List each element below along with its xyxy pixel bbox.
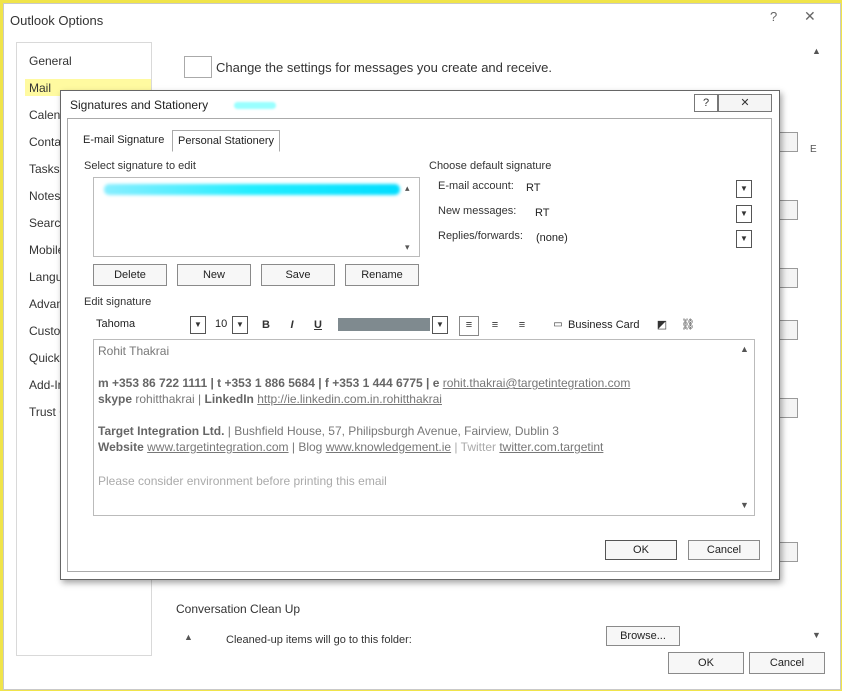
- signature-list[interactable]: ▴ ▾: [93, 177, 420, 257]
- font-size-value[interactable]: 10: [215, 318, 227, 330]
- twitter-label: | Twitter: [451, 440, 500, 454]
- nav-item-quick-access[interactable]: Quick: [29, 350, 60, 366]
- nav-item-general[interactable]: General: [29, 53, 72, 69]
- underline-button[interactable]: U: [310, 317, 326, 333]
- company-name: Target Integration Ltd.: [98, 424, 225, 438]
- chevron-down-icon[interactable]: ▼: [736, 180, 752, 198]
- contact-numbers: m +353 86 722 1111 | t +353 1 886 5684 |…: [98, 376, 443, 390]
- browse-button[interactable]: Browse...: [606, 626, 680, 646]
- tab-email-signature[interactable]: E-mail Signature: [78, 130, 169, 150]
- editor-scroll-down-icon[interactable]: ▼: [740, 500, 749, 510]
- redacted-title: [234, 102, 276, 109]
- linkedin-link[interactable]: http://ie.linkedin.com.in.rohitthakrai: [257, 392, 442, 406]
- insert-hyperlink-icon[interactable]: ⛓: [680, 317, 696, 333]
- signature-name: Rohit Thakrai: [98, 344, 170, 358]
- insert-picture-icon[interactable]: ◩: [654, 317, 670, 333]
- chevron-down-icon[interactable]: ▼: [736, 230, 752, 248]
- scroll-down-icon[interactable]: ▼: [812, 630, 821, 640]
- replies-forwards-value: (none): [536, 232, 568, 244]
- blog-label: | Blog: [288, 440, 326, 454]
- business-card-icon[interactable]: ▭: [550, 317, 566, 333]
- new-messages-value: RT: [535, 207, 550, 219]
- signature-web-line: Website www.targetintegration.com | Blog…: [98, 440, 603, 454]
- dialog-close-icon[interactable]: ✕: [718, 94, 772, 112]
- chevron-down-icon[interactable]: ▼: [190, 316, 206, 334]
- help-icon[interactable]: ?: [770, 9, 777, 24]
- nav-item-mail[interactable]: Mail: [29, 80, 51, 96]
- new-messages-select[interactable]: RT ▼: [535, 205, 752, 223]
- signature-contact-line: m +353 86 722 1111 | t +353 1 886 5684 |…: [98, 376, 630, 390]
- default-signature-label: Choose default signature: [429, 160, 552, 172]
- dialog-ok-button[interactable]: OK: [605, 540, 677, 560]
- collapse-icon: ▲: [184, 632, 193, 642]
- right-edge-mark-icon: E: [810, 144, 817, 155]
- nav-item-tasks[interactable]: Tasks: [29, 161, 60, 177]
- chevron-down-icon[interactable]: ▼: [232, 316, 248, 334]
- signature-footer: Please consider environment before print…: [98, 474, 387, 488]
- new-button[interactable]: New: [177, 264, 251, 286]
- align-right-icon[interactable]: ≡: [514, 317, 530, 333]
- new-messages-label: New messages:: [438, 205, 517, 217]
- tab-personal-stationery[interactable]: Personal Stationery: [172, 130, 280, 152]
- options-cancel-button[interactable]: Cancel: [749, 652, 825, 674]
- list-scroll-down-icon[interactable]: ▾: [405, 242, 410, 253]
- email-account-value: RT: [526, 182, 541, 194]
- skype-label: skype: [98, 392, 133, 406]
- dialog-cancel-button[interactable]: Cancel: [688, 540, 760, 560]
- email-account-label: E-mail account:: [438, 180, 514, 192]
- nav-item-contacts[interactable]: Conta: [29, 134, 61, 150]
- nav-item-advanced[interactable]: Advan: [29, 296, 63, 312]
- chevron-down-icon[interactable]: ▼: [736, 205, 752, 223]
- signature-editor[interactable]: Rohit Thakrai m +353 86 722 1111 | t +35…: [93, 339, 755, 516]
- chevron-down-icon[interactable]: ▼: [432, 316, 448, 334]
- options-ok-button[interactable]: OK: [668, 652, 744, 674]
- nav-item-notes[interactable]: Notes: [29, 188, 60, 204]
- font-color-select[interactable]: ▼: [432, 316, 448, 334]
- replies-forwards-label: Replies/forwards:: [438, 230, 523, 242]
- close-icon[interactable]: ✕: [804, 8, 816, 25]
- save-button[interactable]: Save: [261, 264, 335, 286]
- business-card-label[interactable]: Business Card: [568, 319, 640, 331]
- list-scroll-up-icon[interactable]: ▴: [405, 183, 410, 194]
- redacted-signature-name: [104, 184, 400, 195]
- dialog-title: Signatures and Stationery: [70, 98, 209, 112]
- signatures-dialog: Signatures and Stationery ? ✕ E-mail Sig…: [62, 92, 775, 575]
- email-link[interactable]: rohit.thakrai@targetintegration.com: [443, 376, 631, 390]
- website-label: Website: [98, 440, 144, 454]
- signature-social-line: skype rohitthakrai | LinkedIn http://ie.…: [98, 392, 442, 406]
- mail-settings-icon: [184, 56, 212, 78]
- mail-intro-text: Change the settings for messages you cre…: [216, 60, 553, 75]
- align-left-icon[interactable]: ≡: [459, 316, 479, 336]
- font-name-value[interactable]: Tahoma: [96, 318, 135, 330]
- dialog-help-icon[interactable]: ?: [694, 94, 718, 112]
- bold-button[interactable]: B: [258, 317, 274, 333]
- font-size-select[interactable]: ▼: [232, 316, 248, 334]
- align-center-icon[interactable]: ≡: [487, 317, 503, 333]
- cleanup-folder-label: Cleaned-up items will go to this folder:: [226, 634, 412, 646]
- website-link[interactable]: www.targetintegration.com: [147, 440, 288, 454]
- email-account-select[interactable]: RT ▼: [526, 180, 752, 198]
- linkedin-label: LinkedIn: [204, 392, 254, 406]
- replies-forwards-select[interactable]: (none) ▼: [536, 230, 752, 248]
- blog-link[interactable]: www.knowledgement.ie: [326, 440, 451, 454]
- rename-button[interactable]: Rename: [345, 264, 419, 286]
- signature-company-line: Target Integration Ltd. | Bushfield Hous…: [98, 424, 559, 438]
- scroll-up-icon[interactable]: ▲: [812, 46, 821, 56]
- skype-value: rohitthakrai |: [132, 392, 205, 406]
- italic-button[interactable]: I: [284, 317, 300, 333]
- edit-signature-label: Edit signature: [84, 296, 152, 308]
- twitter-link[interactable]: twitter.com.targetint: [499, 440, 603, 454]
- font-name-select[interactable]: ▼: [190, 316, 206, 334]
- delete-button[interactable]: Delete: [93, 264, 167, 286]
- editor-scroll-up-icon[interactable]: ▲: [740, 344, 749, 354]
- company-address: | Bushfield House, 57, Philipsburgh Aven…: [224, 424, 559, 438]
- conversation-cleanup-title: Conversation Clean Up: [176, 602, 301, 616]
- window-title: Outlook Options: [10, 13, 104, 28]
- font-color-swatch[interactable]: [338, 318, 430, 331]
- select-signature-label: Select signature to edit: [84, 160, 196, 172]
